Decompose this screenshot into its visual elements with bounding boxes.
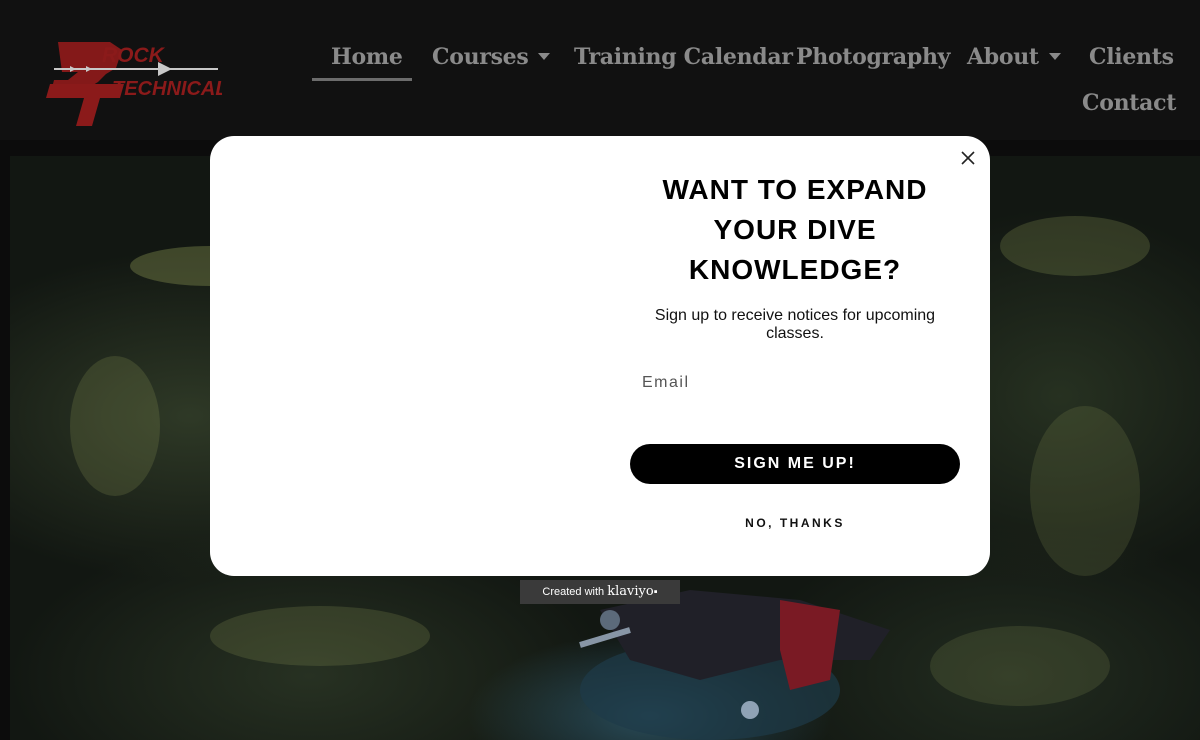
cave-texture — [210, 606, 430, 666]
nav-courses-label: Courses — [432, 44, 529, 70]
sign-up-button[interactable]: SIGN ME UP! — [630, 444, 960, 484]
nav-training-calendar[interactable]: Training Calendar — [574, 44, 793, 70]
nav-photography[interactable]: Photography — [796, 44, 950, 70]
chevron-down-icon — [1048, 52, 1061, 60]
klaviyo-badge[interactable]: Created with klaviyo▪ — [520, 580, 680, 604]
no-thanks-link[interactable]: NO, THANKS — [630, 516, 960, 530]
main-nav: Home Courses Training Calendar Photograp… — [0, 0, 1200, 140]
popup-title: WANT TO EXPAND YOUR DIVE KNOWLEDGE? — [662, 174, 928, 285]
nav-home[interactable]: Home — [331, 44, 403, 70]
cave-texture — [1030, 406, 1140, 576]
nav-about[interactable]: About — [967, 44, 1061, 70]
nav-courses[interactable]: Courses — [432, 44, 551, 70]
nav-clients[interactable]: Clients — [1089, 44, 1174, 70]
badge-prefix: Created with — [542, 586, 605, 598]
email-field[interactable] — [630, 362, 960, 404]
nav-about-label: About — [967, 44, 1039, 70]
close-icon[interactable] — [958, 148, 978, 168]
signup-popup: WANT TO EXPAND YOUR DIVE KNOWLEDGE? Sign… — [210, 136, 990, 576]
site-header: ROCK TECHNICAL Home Courses Training Cal… — [0, 0, 1200, 140]
popup-subtitle: Sign up to receive notices for upcoming … — [654, 307, 936, 342]
badge-brand: klaviyo — [607, 584, 654, 599]
nav-active-underline — [312, 78, 412, 81]
cave-texture — [930, 626, 1110, 706]
cave-texture — [70, 356, 160, 496]
cave-texture — [1000, 216, 1150, 276]
external-link-icon: ▪ — [653, 586, 658, 598]
chevron-down-icon — [538, 52, 551, 60]
nav-contact[interactable]: Contact — [1082, 90, 1176, 116]
